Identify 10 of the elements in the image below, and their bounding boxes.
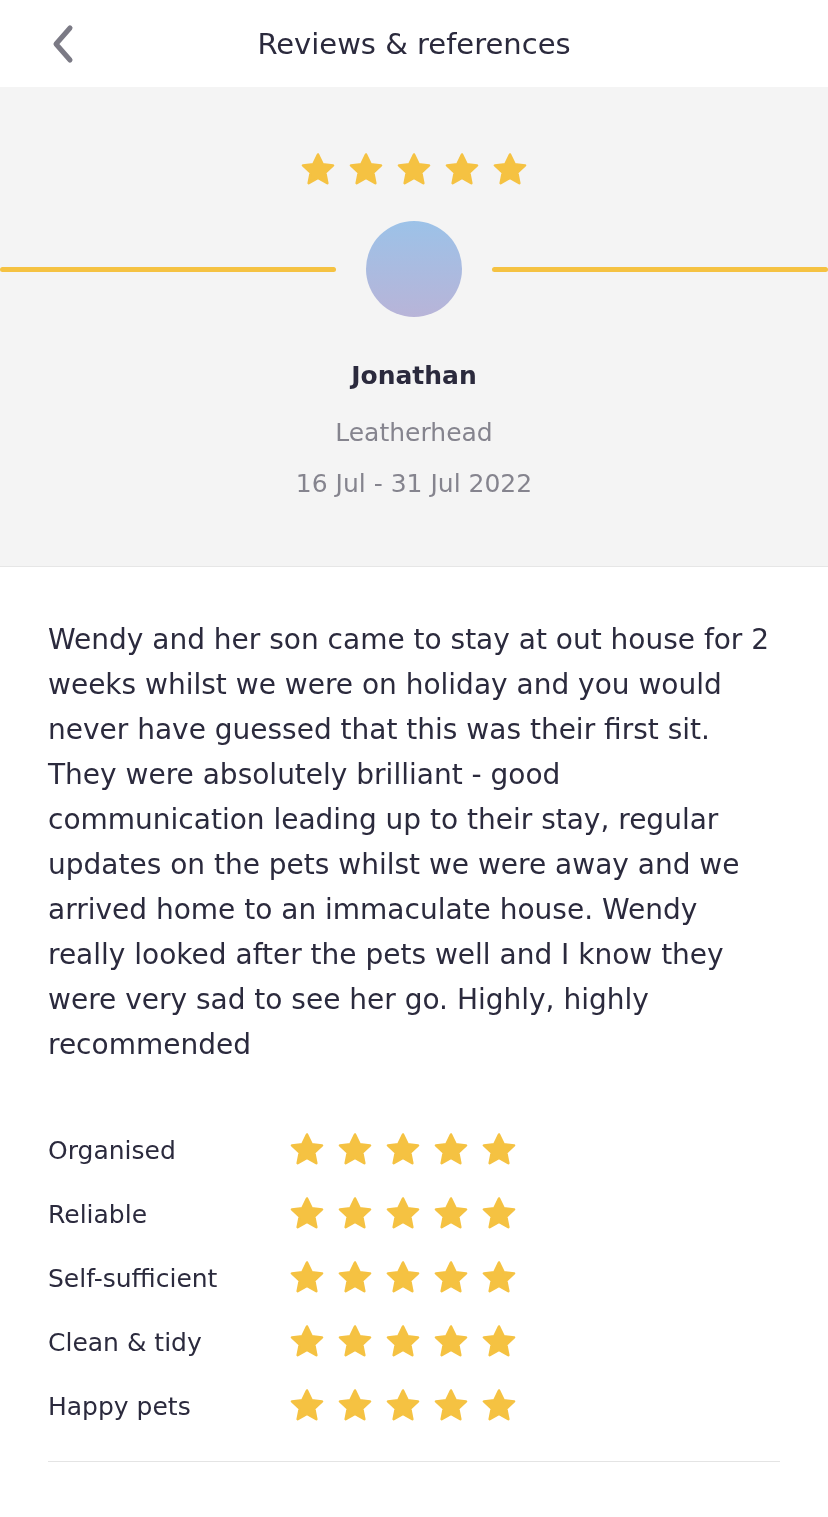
- reviewer-name: Jonathan: [351, 361, 477, 390]
- rating-label: Reliable: [48, 1199, 149, 1229]
- rating-label: Organised: [48, 1135, 177, 1165]
- rating-label: Happy pets: [48, 1391, 192, 1421]
- reviewer-location: Leatherhead: [335, 418, 493, 447]
- rating-label: Self-sufficient: [48, 1263, 219, 1293]
- review-text: Wendy and her son came to stay at out house for 2 weeks whilst we were on holiday and you would never have guessed that this was their first sit. They were absolutely brilliant - good communication leading up to their stay, regular updates on the pets whilst we were away and we arrived home to an immaculate house. Wendy really looked after the pets well and I know they were very sad to see her go. Highly, highly recommended: [48, 622, 771, 1063]
- stay-dates: 16 Jul - 31 Jul 2022: [295, 469, 533, 498]
- rating-label: Clean & tidy: [48, 1327, 203, 1357]
- page-title: Reviews & references: [257, 26, 571, 61]
